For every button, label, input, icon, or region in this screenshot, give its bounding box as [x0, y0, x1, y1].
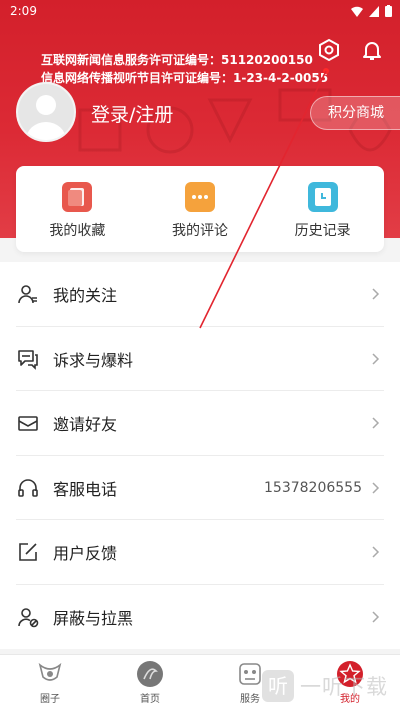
- tab-home[interactable]: 首页: [100, 655, 200, 711]
- chat-icon: [18, 349, 38, 370]
- menu-item-label: 客服电话: [53, 479, 118, 499]
- signal-icon: [369, 5, 379, 17]
- menu-item-customer-service[interactable]: 客服电话 15378206555: [0, 456, 400, 520]
- tab-label: 首页: [140, 694, 160, 705]
- menu-item-label: 用户反馈: [53, 544, 118, 564]
- watermark-logo: 听: [262, 669, 294, 702]
- menu-item-label: 邀请好友: [53, 415, 118, 435]
- menu-item-feedback[interactable]: 用户反馈: [0, 520, 400, 585]
- menu-item-label: 屏蔽与拉黑: [53, 608, 134, 628]
- battery-icon: [385, 5, 392, 17]
- menu-item-invite[interactable]: 邀请好友: [0, 391, 400, 456]
- chevron-right-icon: [372, 546, 380, 558]
- menu-item-block-list[interactable]: 屏蔽与拉黑: [0, 585, 400, 650]
- edit-icon: [19, 543, 37, 562]
- chevron-right-icon: [372, 611, 380, 623]
- headset-icon: [18, 479, 38, 497]
- envelope-icon: [18, 416, 38, 432]
- block-user-icon: [18, 607, 39, 628]
- annotation-line: [199, 70, 327, 329]
- menu-item-label: 诉求与爆料: [53, 350, 134, 370]
- download-site-watermark: 听 一听下载: [262, 660, 400, 711]
- tab-label: 圈子: [40, 694, 60, 705]
- tab-label: 服务: [240, 694, 260, 705]
- status-time: 2:09: [10, 4, 37, 18]
- service-phone-number: 15378206555: [264, 479, 362, 496]
- status-bar: 2:09: [0, 0, 400, 24]
- chevron-right-icon: [372, 482, 380, 494]
- tab-circle[interactable]: 圈子: [0, 655, 100, 711]
- chevron-right-icon: [372, 417, 380, 429]
- circle-tab-icon: [38, 662, 62, 681]
- watermark-text: 一听下载: [300, 674, 388, 699]
- home-tab-icon: [137, 661, 163, 687]
- status-icons: [351, 5, 392, 17]
- wifi-icon: [351, 6, 363, 17]
- service-tab-icon: [239, 663, 261, 685]
- chevron-right-icon: [372, 353, 380, 365]
